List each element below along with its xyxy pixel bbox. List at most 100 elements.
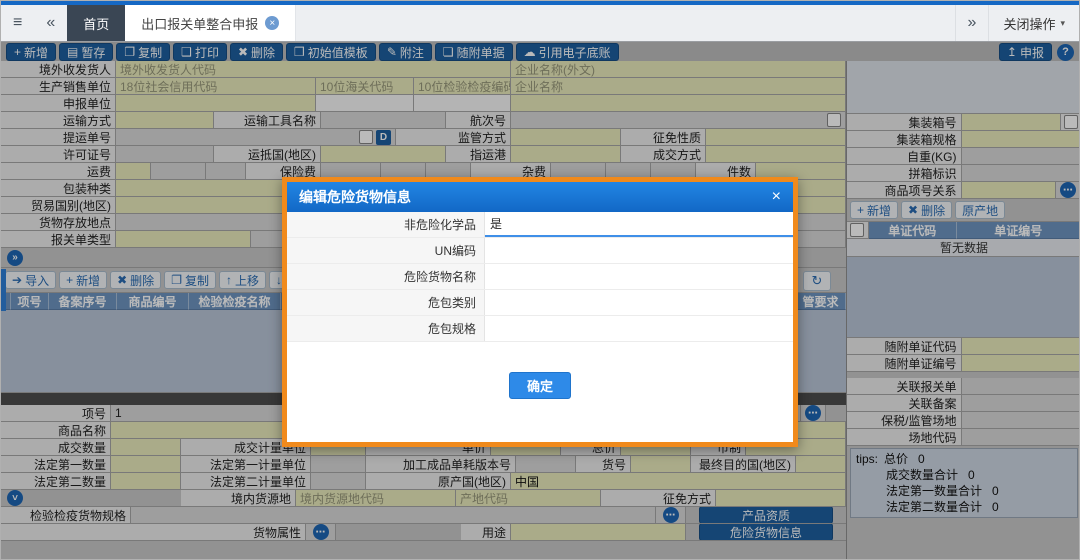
tab-home[interactable]: 首页 xyxy=(67,5,125,41)
notes-button[interactable]: ✎附注 xyxy=(379,43,432,61)
text-input[interactable] xyxy=(321,146,446,163)
doc-button[interactable]: D xyxy=(376,130,391,145)
text-input[interactable] xyxy=(962,378,1080,395)
modal-close-icon[interactable]: × xyxy=(772,188,781,206)
text-input[interactable] xyxy=(706,129,846,146)
text-input[interactable] xyxy=(511,146,621,163)
text-input[interactable] xyxy=(706,146,846,163)
text-input[interactable] xyxy=(111,473,181,490)
form-row: 拼箱标识 xyxy=(847,165,1080,182)
text-input[interactable] xyxy=(516,456,576,473)
text-input[interactable]: 企业名称(外文) xyxy=(511,61,846,78)
text-input[interactable] xyxy=(511,524,686,541)
text-input[interactable] xyxy=(962,182,1057,199)
text-input[interactable] xyxy=(962,395,1080,412)
add-container-button[interactable]: +新增 xyxy=(850,201,898,219)
text-input[interactable]: 境外收发货人代码 xyxy=(116,61,511,78)
text-input[interactable] xyxy=(111,439,181,456)
bill-number-input[interactable]: D xyxy=(116,129,396,146)
close-operations-dropdown[interactable]: 关闭操作 ▾ xyxy=(988,5,1079,41)
add-item-button[interactable]: +新增 xyxy=(59,271,107,289)
text-input[interactable] xyxy=(311,456,366,473)
text-input[interactable] xyxy=(511,95,846,112)
text-input[interactable] xyxy=(116,95,316,112)
goods-attribute-more-button[interactable]: ⋯ xyxy=(313,524,329,540)
origin-country-value[interactable]: 中国 xyxy=(511,473,846,490)
help-icon[interactable]: ? xyxy=(1057,44,1074,61)
text-input[interactable] xyxy=(414,95,511,112)
text-input[interactable]: 18位社会信用代码 xyxy=(116,78,316,95)
text-input[interactable] xyxy=(716,490,846,507)
copy-button[interactable]: ❐复制 xyxy=(116,43,170,61)
product-qualification-button[interactable]: 产品资质 xyxy=(699,507,833,524)
checkbox[interactable] xyxy=(850,223,864,237)
initial-template-button[interactable]: ❒初始值模板 xyxy=(286,43,376,61)
text-input[interactable] xyxy=(111,456,181,473)
print-button[interactable]: ❑打印 xyxy=(173,43,227,61)
text-input[interactable] xyxy=(131,507,656,524)
text-input[interactable] xyxy=(796,456,846,473)
tab-export-declaration[interactable]: 出口报关单整合申报 × xyxy=(125,5,296,41)
dangerous-goods-name-input[interactable] xyxy=(485,264,793,289)
text-input[interactable]: 境内货源地代码 xyxy=(296,490,456,507)
text-input[interactable] xyxy=(962,114,1062,131)
text-input[interactable] xyxy=(116,163,151,180)
checkbox[interactable] xyxy=(359,130,373,144)
package-category-input[interactable] xyxy=(485,290,793,315)
scroll-tabs-left-icon[interactable]: « xyxy=(34,5,67,41)
text-input[interactable] xyxy=(962,148,1080,165)
item-relation-more-button[interactable]: ⋯ xyxy=(1060,182,1076,198)
text-input[interactable] xyxy=(631,456,691,473)
add-button[interactable]: +新增 xyxy=(6,43,56,61)
text-input[interactable] xyxy=(962,165,1080,182)
record-seq-more-button[interactable]: ⋯ xyxy=(805,405,821,421)
declare-button[interactable]: ↥ 申报 xyxy=(999,43,1052,61)
specs-more-button[interactable]: ⋯ xyxy=(663,507,679,523)
text-input[interactable]: 产地代码 xyxy=(456,490,601,507)
text-input[interactable] xyxy=(206,163,246,180)
text-input[interactable] xyxy=(962,338,1080,355)
import-button[interactable]: ➔导入 xyxy=(5,271,56,289)
origin-place-button[interactable]: 原产地 xyxy=(955,201,1005,219)
text-input[interactable] xyxy=(116,146,214,163)
cite-eledger-button[interactable]: ☁引用电子底账 xyxy=(516,43,619,61)
item-number-value[interactable]: 1 xyxy=(111,405,306,422)
expand-header-panel-button[interactable]: » xyxy=(7,250,23,266)
text-input[interactable] xyxy=(311,473,366,490)
non-dangerous-chemical-input[interactable] xyxy=(485,212,793,237)
text-input[interactable]: 10位检验检疫编码 xyxy=(414,78,511,95)
delete-container-button[interactable]: ✖删除 xyxy=(901,201,952,219)
text-input[interactable]: 10位海关代码 xyxy=(316,78,414,95)
checkbox[interactable] xyxy=(827,113,841,127)
tabbar-right: » 关闭操作 ▾ xyxy=(955,5,1079,41)
text-input[interactable] xyxy=(116,231,251,248)
hamburger-menu-icon[interactable]: ≡ xyxy=(1,5,34,41)
package-spec-input[interactable] xyxy=(485,316,793,341)
delete-item-button[interactable]: ✖删除 xyxy=(110,271,161,289)
text-input[interactable] xyxy=(511,129,621,146)
dangerous-goods-info-button[interactable]: 危险货物信息 xyxy=(699,524,833,541)
scroll-tabs-right-icon[interactable]: » xyxy=(956,5,989,41)
refresh-button[interactable]: ↻ xyxy=(803,271,831,291)
expand-item-section-button[interactable]: ˅ xyxy=(7,490,23,506)
tab-close-icon[interactable]: × xyxy=(265,16,279,30)
text-input[interactable] xyxy=(962,355,1080,372)
copy-item-button[interactable]: ❐复制 xyxy=(164,271,216,289)
text-input[interactable]: 企业名称 xyxy=(511,78,846,95)
move-up-button[interactable]: ↑上移 xyxy=(219,271,266,289)
text-input[interactable] xyxy=(151,163,206,180)
panel-toggle-strip[interactable] xyxy=(1,269,6,311)
save-draft-button[interactable]: ▤暂存 xyxy=(59,43,113,61)
text-input[interactable] xyxy=(316,95,414,112)
text-input-with-checkbox[interactable] xyxy=(511,112,846,129)
text-input[interactable] xyxy=(116,112,214,129)
text-input[interactable] xyxy=(321,112,446,129)
text-input[interactable] xyxy=(962,131,1080,148)
un-code-input[interactable] xyxy=(485,238,793,263)
attached-documents-button[interactable]: ❏随附单据 xyxy=(435,43,513,61)
confirm-button[interactable]: 确定 xyxy=(509,372,571,399)
text-input[interactable] xyxy=(962,412,1080,429)
text-input[interactable] xyxy=(962,429,1080,446)
checkbox[interactable] xyxy=(1064,115,1078,129)
delete-button[interactable]: ✖删除 xyxy=(230,43,283,61)
